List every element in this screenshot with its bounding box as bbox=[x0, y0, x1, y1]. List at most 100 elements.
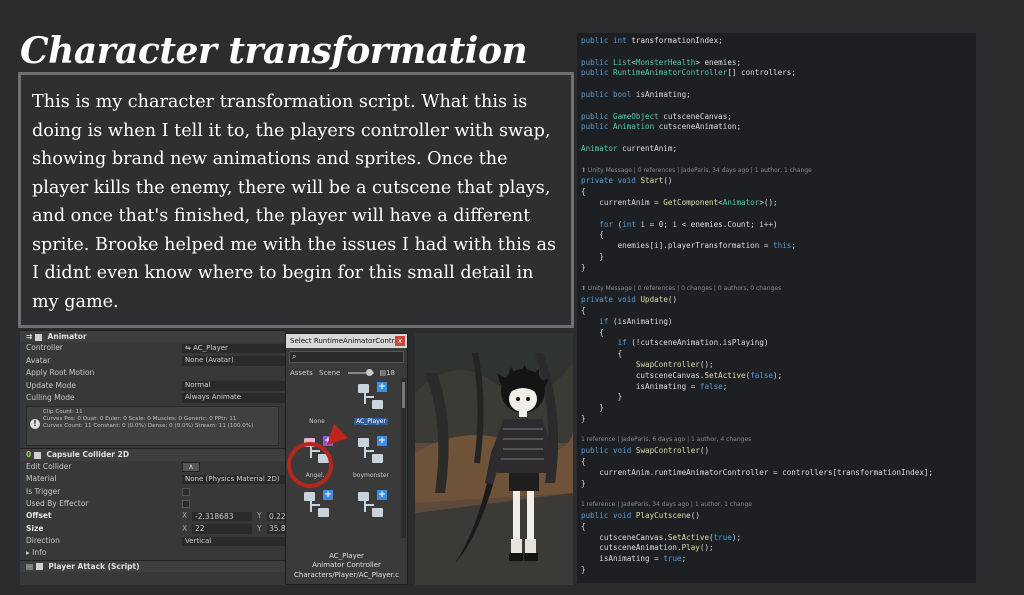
dialog-title: Select RuntimeAnimatorContr... x bbox=[286, 334, 407, 348]
unity-inspector: ⇉ Animator Controller ⇋ AC_Player Avatar… bbox=[20, 330, 285, 585]
is-trigger-checkbox[interactable] bbox=[182, 487, 190, 496]
controller-field[interactable]: Controller ⇋ AC_Player bbox=[20, 342, 285, 354]
code-line: if (!cutsceneAnimation.isPlaying) bbox=[617, 338, 769, 348]
page-title: Character transformation bbox=[20, 30, 528, 72]
code-line: isAnimating = true; bbox=[581, 554, 687, 564]
code-line: cutsceneCanvas.SetActive(false); bbox=[581, 370, 783, 380]
offset-y-input[interactable]: 0.22( bbox=[267, 511, 285, 522]
tab-scene[interactable]: Scene bbox=[319, 369, 340, 377]
offset-x-input[interactable]: -2.318683 bbox=[192, 511, 252, 522]
selected-asset-info: AC_Player Animator Controller Characters… bbox=[294, 551, 399, 579]
update-mode-field[interactable]: Update Mode Normal bbox=[20, 380, 285, 392]
search-icon: ⌕ bbox=[292, 352, 297, 361]
code-lines: public int transformationIndex; public Li… bbox=[581, 36, 972, 576]
is-trigger-field[interactable]: Is Trigger bbox=[20, 486, 285, 498]
code-line: for (int i = 0; i < enemies.Count; i++) bbox=[599, 219, 778, 229]
apply-root-motion-field[interactable]: Apply Root Motion bbox=[20, 367, 285, 379]
animator-controller-icon: + bbox=[354, 436, 388, 470]
description-text: This is my character transformation scri… bbox=[32, 92, 556, 312]
info-icon: ! bbox=[30, 419, 40, 430]
asset-grid: None + AC_Player + Angel... + boymonster bbox=[286, 380, 407, 555]
code-line: Animator currentAnim; bbox=[581, 143, 678, 153]
code-line: enemies[i].playerTransformation = this; bbox=[581, 241, 796, 251]
culling-mode-field[interactable]: Culling Mode Always Animate bbox=[20, 392, 285, 404]
code-line: { bbox=[581, 521, 586, 531]
direction-field[interactable]: Direction Vertical bbox=[20, 535, 285, 547]
code-line: } bbox=[581, 413, 586, 423]
tab-assets[interactable]: Assets bbox=[290, 369, 313, 377]
code-line: } bbox=[581, 478, 586, 488]
avatar-field[interactable]: Avatar None (Avatar) bbox=[20, 355, 285, 367]
code-line: } bbox=[581, 392, 623, 402]
code-line: } bbox=[581, 262, 586, 272]
animator-controller-icon: + bbox=[354, 490, 388, 524]
animator-enabled-checkbox[interactable] bbox=[34, 333, 42, 341]
asset-item-5[interactable]: + bbox=[292, 490, 342, 524]
close-icon[interactable]: x bbox=[395, 336, 405, 346]
code-lens-info[interactable]: ⬆ Unity Message | 0 references | JadePar… bbox=[581, 166, 972, 177]
code-editor[interactable]: public int transformationIndex; public Li… bbox=[577, 33, 976, 583]
size-y-input[interactable]: 35.83 bbox=[267, 524, 285, 534]
edit-collider-button[interactable]: ∧ bbox=[182, 461, 200, 472]
code-line: { bbox=[581, 187, 586, 197]
asset-item-ac-player[interactable]: + AC_Player bbox=[346, 382, 396, 425]
code-line: currentAnim = GetComponent<Animator>(); bbox=[581, 197, 778, 207]
info-foldout[interactable]: ▸ Info bbox=[20, 547, 285, 559]
used-by-effector-checkbox[interactable] bbox=[182, 499, 190, 508]
dialog-tabs: Assets Scene ▤18 bbox=[286, 366, 407, 380]
animator-component-header[interactable]: ⇉ Animator bbox=[20, 330, 285, 343]
code-lens-info[interactable]: ⬆ Unity Message | 0 references | 0 chang… bbox=[581, 284, 972, 295]
collider-icon: 0 bbox=[26, 450, 32, 460]
code-line: { bbox=[581, 457, 586, 467]
code-line: { bbox=[581, 349, 623, 359]
zoom-slider[interactable] bbox=[348, 369, 374, 376]
select-controller-dialog: Select RuntimeAnimatorContr... x ⌕ Asset… bbox=[285, 333, 408, 585]
code-line: public int transformationIndex; bbox=[581, 36, 723, 45]
animator-icon: ⇉ bbox=[26, 332, 33, 341]
code-line: } bbox=[581, 565, 586, 575]
dialog-search-input[interactable]: ⌕ bbox=[289, 351, 404, 363]
collider-enabled-checkbox[interactable] bbox=[33, 451, 41, 459]
code-line: public Animation cutsceneAnimation; bbox=[581, 122, 742, 132]
code-line: private void Update() bbox=[581, 295, 678, 305]
capsule-collider-header[interactable]: 0 Capsule Collider 2D bbox=[20, 448, 285, 461]
script-icon: ▤ bbox=[26, 561, 34, 571]
clip-info-box: ! Clip Count: 11 Curves Pos: 0 Quat: 0 E… bbox=[26, 406, 279, 447]
code-line: cutsceneAnimation.Play(); bbox=[581, 543, 714, 553]
size-x-input[interactable]: 22 bbox=[192, 524, 252, 534]
asset-item-boymonster[interactable]: + boymonster bbox=[346, 436, 396, 479]
code-line: public List<MonsterHealth> enemies; bbox=[581, 57, 742, 67]
dialog-scrollbar[interactable] bbox=[401, 378, 406, 538]
code-line: { bbox=[581, 327, 604, 337]
code-line: public void SwapController() bbox=[581, 446, 710, 456]
highlight-circle bbox=[287, 442, 333, 488]
edit-collider-field[interactable]: Edit Collider ∧ bbox=[20, 461, 285, 473]
character-artwork bbox=[415, 333, 573, 585]
asset-count: ▤18 bbox=[379, 369, 395, 377]
code-line: private void Start() bbox=[581, 176, 673, 186]
code-line: public RuntimeAnimatorController[] contr… bbox=[581, 68, 796, 78]
code-line: isAnimating = false; bbox=[581, 381, 728, 391]
code-lens-info[interactable]: 1 reference | JadeParis, 34 days ago | 1… bbox=[581, 500, 972, 511]
used-by-effector-field[interactable]: Used By Effector bbox=[20, 498, 285, 510]
asset-item-none[interactable]: None bbox=[292, 382, 342, 425]
description-box: This is my character transformation scri… bbox=[18, 72, 574, 328]
code-lens-info[interactable]: 1 reference | JadeParis, 6 days ago | 1 … bbox=[581, 435, 972, 446]
asset-item-6[interactable]: + bbox=[346, 490, 396, 524]
code-line: { bbox=[581, 305, 586, 315]
offset-field[interactable]: Offset X -2.318683 Y 0.22( bbox=[20, 510, 285, 522]
material-field[interactable]: Material None (Physics Material 2D) bbox=[20, 473, 285, 485]
player-attack-enabled-checkbox[interactable] bbox=[35, 563, 43, 571]
size-field[interactable]: Size X 22 Y 35.83 bbox=[20, 523, 285, 535]
character-illustration bbox=[415, 333, 573, 585]
player-attack-header[interactable]: ▤ Player Attack (Script) bbox=[20, 559, 285, 573]
code-line: { bbox=[581, 230, 604, 240]
code-line: currentAnim.runtimeAnimatorController = … bbox=[581, 467, 934, 477]
